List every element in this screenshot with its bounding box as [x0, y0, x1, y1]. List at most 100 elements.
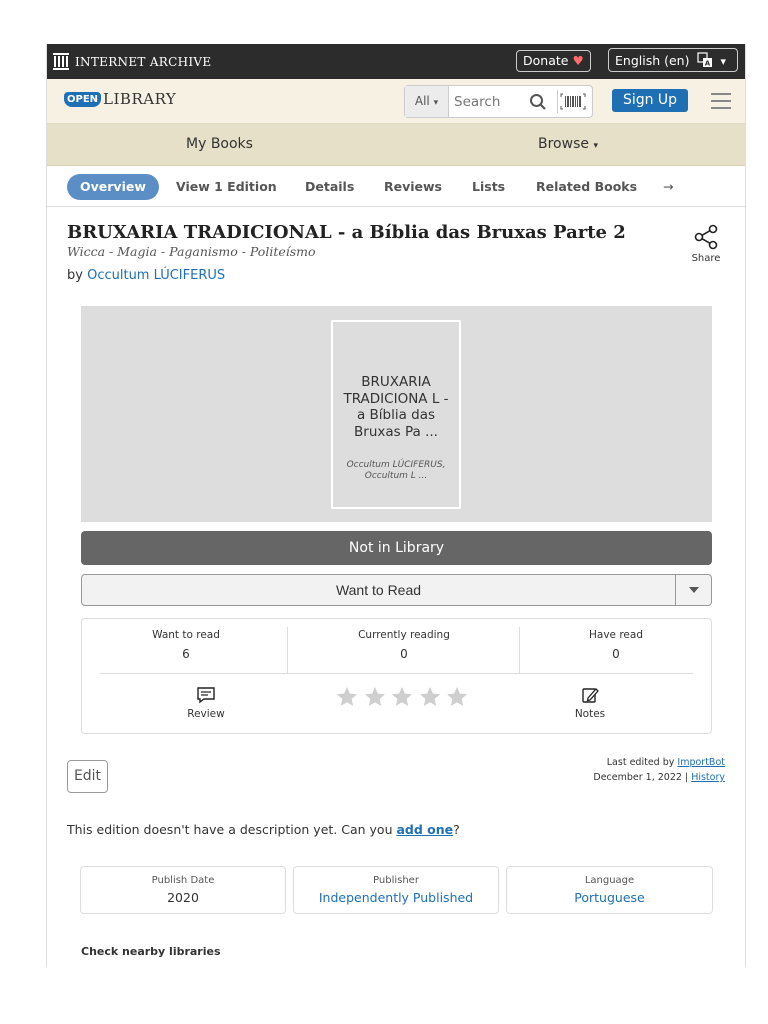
open-library-logo[interactable]: OPEN LIBRARY	[64, 90, 176, 108]
by-label: by	[67, 268, 83, 283]
star-icon[interactable]	[334, 685, 360, 709]
language-link[interactable]: Portuguese	[507, 890, 712, 905]
star-icon[interactable]	[389, 685, 415, 709]
work-tabs: Overview View 1 Edition Details Reviews …	[47, 166, 745, 207]
open-library-header: OPEN LIBRARY All ▾ Search Sign Up	[47, 79, 745, 124]
publisher-label: Publisher	[373, 875, 419, 886]
add-description-link[interactable]: add one	[396, 822, 453, 837]
stat-want-to-read-count: 6	[182, 647, 190, 661]
review-icon	[197, 687, 215, 704]
stat-currently-reading-count: 0	[400, 647, 408, 661]
description-end: ?	[453, 822, 460, 837]
donate-label: Donate	[523, 53, 569, 68]
stat-want-to-read-label: Want to read	[152, 629, 220, 641]
description-text: This edition doesn't have a description …	[67, 822, 393, 837]
barcode-scanner-button[interactable]	[557, 90, 588, 113]
donate-button[interactable]: Donate ♥	[516, 50, 591, 72]
tab-related-books[interactable]: Related Books	[536, 174, 637, 200]
sign-up-button[interactable]: Sign Up	[612, 89, 688, 112]
tab-lists[interactable]: Lists	[472, 174, 505, 200]
notes-label: Notes	[574, 708, 606, 720]
internet-archive-bar: INTERNET ARCHIVE Donate ♥ English (en) A…	[47, 44, 745, 79]
triangle-down-icon	[689, 587, 699, 593]
translate-icon: A	[697, 52, 713, 68]
language-label: Language	[584, 875, 635, 886]
search-scope-label: All	[414, 94, 430, 108]
last-edited-date: December 1, 2022	[593, 772, 682, 783]
publisher-link[interactable]: Independently Published	[294, 890, 498, 905]
description: This edition doesn't have a description …	[67, 822, 460, 837]
language-card: Language Portuguese	[506, 866, 713, 914]
share-label: Share	[691, 253, 721, 264]
internet-archive-logo[interactable]: INTERNET ARCHIVE	[53, 53, 211, 70]
not-in-library-button[interactable]: Not in Library	[81, 531, 712, 565]
book-cover[interactable]: BRUXARIA TRADICIONA L - a Bíblia das Bru…	[331, 320, 461, 509]
reading-stats: Want to read 6 Currently reading 0 Have …	[81, 618, 712, 734]
page: INTERNET ARCHIVE Donate ♥ English (en) A…	[46, 44, 746, 967]
tab-overview[interactable]: Overview	[67, 174, 159, 200]
notes-icon	[582, 688, 599, 703]
last-edited-label: Last edited by	[606, 757, 675, 768]
last-edited-info: Last edited by ImportBot December 1, 202…	[527, 755, 725, 785]
share-icon	[694, 224, 718, 250]
want-to-read-button[interactable]: Want to Read	[82, 575, 675, 605]
publish-date-card: Publish Date 2020	[80, 866, 286, 914]
book-cover-area: BRUXARIA TRADICIONA L - a Bíblia das Bru…	[81, 306, 712, 522]
search-scope-select[interactable]: All ▾	[405, 86, 449, 117]
book-subtitle: Wicca - Magia - Paganismo - Politeísmo	[67, 244, 316, 259]
review-label: Review	[187, 708, 225, 720]
reading-log-dropdown[interactable]	[675, 575, 712, 605]
search-input[interactable]	[452, 92, 526, 112]
cover-title: BRUXARIA TRADICIONA L - a Bíblia das Bru…	[343, 374, 449, 440]
language-selector[interactable]: English (en) A ▾	[608, 48, 738, 72]
publish-date-value: 2020	[167, 890, 199, 905]
logo-open: OPEN	[64, 91, 102, 107]
nav-my-books[interactable]: My Books	[186, 136, 253, 152]
nav-browse-label: Browse	[538, 136, 589, 152]
language-label: English (en)	[615, 53, 690, 68]
stat-currently-reading[interactable]: Currently reading 0	[344, 629, 464, 661]
archive-building-icon	[53, 53, 69, 70]
stat-have-read-label: Have read	[589, 629, 643, 641]
heart-icon: ♥	[572, 53, 584, 68]
tab-reviews[interactable]: Reviews	[384, 174, 442, 200]
hamburger-menu-icon[interactable]	[711, 93, 731, 114]
main-nav: My Books Browse ▾	[47, 124, 745, 166]
byline: by Occultum LÚCIFERUS	[67, 268, 225, 283]
tab-view-edition[interactable]: View 1 Edition	[176, 174, 277, 200]
arrow-right-icon[interactable]: →	[663, 174, 673, 200]
review-button[interactable]: Review	[178, 685, 234, 720]
internet-archive-label: INTERNET ARCHIVE	[75, 54, 212, 69]
chevron-down-icon: ▾	[720, 55, 726, 68]
tab-details[interactable]: Details	[305, 174, 354, 200]
svg-text:A: A	[705, 60, 711, 68]
editor-link[interactable]: ImportBot	[677, 757, 725, 768]
publisher-card: Publisher Independently Published	[293, 866, 499, 914]
search-box: All ▾	[404, 85, 593, 118]
star-icon[interactable]	[362, 685, 388, 709]
history-link[interactable]: History	[691, 772, 725, 783]
publish-date-label: Publish Date	[151, 875, 215, 886]
search-icon[interactable]	[529, 93, 547, 111]
caret-down-icon: ▾	[593, 141, 598, 151]
separator: |	[684, 772, 689, 783]
share-button[interactable]: Share	[691, 224, 721, 264]
stat-have-read-count: 0	[612, 647, 620, 661]
edit-button[interactable]: Edit	[67, 760, 108, 793]
logo-library: LIBRARY	[103, 90, 177, 108]
star-icon[interactable]	[444, 685, 470, 709]
star-icon[interactable]	[417, 685, 443, 709]
caret-down-icon: ▾	[433, 98, 439, 108]
check-nearby-libraries-heading: Check nearby libraries	[81, 945, 221, 958]
notes-button[interactable]: Notes	[568, 685, 612, 720]
stat-want-to-read[interactable]: Want to read 6	[138, 629, 234, 661]
want-to-read-dropper: Want to Read	[81, 574, 712, 606]
author-link[interactable]: Occultum LÚCIFERUS	[87, 268, 225, 283]
star-rating[interactable]	[334, 685, 472, 713]
book-title: BRUXARIA TRADICIONAL - a Bíblia das Brux…	[67, 222, 626, 243]
stat-currently-reading-label: Currently reading	[358, 629, 450, 641]
nav-browse[interactable]: Browse ▾	[538, 136, 598, 152]
cover-author: Occultum LÚCIFERUS, Occultum L ...	[346, 460, 446, 481]
stat-have-read[interactable]: Have read 0	[578, 629, 654, 661]
barcode-icon	[560, 93, 586, 110]
